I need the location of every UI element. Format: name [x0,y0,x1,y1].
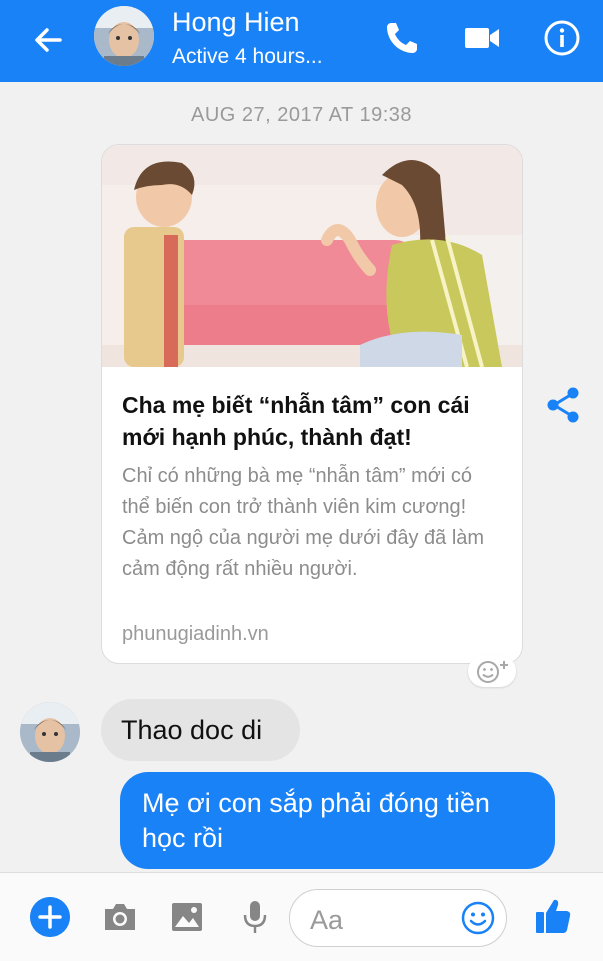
sender-avatar[interactable] [20,702,80,762]
message-input[interactable] [308,900,452,940]
message-input-box[interactable] [289,889,507,947]
chat-header: Hong Hien Active 4 hours... [0,0,603,82]
image-gallery-icon[interactable] [167,897,207,937]
contact-avatar[interactable] [94,6,154,66]
message-composer [0,872,603,961]
conversation-timestamp: AUG 27, 2017 AT 19:38 [190,104,413,126]
microphone-icon[interactable] [235,897,275,937]
incoming-message[interactable]: Thao doc di [101,699,300,761]
link-description: Chỉ có những bà mẹ “nhẫn tâm” mới có thể… [122,465,485,580]
video-camera-icon[interactable] [462,18,502,58]
contact-name[interactable]: Hong Hien [172,6,300,38]
info-icon[interactable] [542,18,582,58]
outgoing-message[interactable]: Mẹ ơi con sắp phải đóng tiền học rồi [120,772,555,869]
camera-icon[interactable] [100,897,140,937]
add-plus-icon[interactable] [30,897,70,937]
link-preview-card[interactable]: Cha mẹ biết “nhẫn tâm” con cái mới hạnh … [101,144,523,664]
back-arrow-icon[interactable] [30,22,66,58]
phone-icon[interactable] [382,18,422,58]
thumbs-up-icon[interactable] [532,895,574,937]
share-icon[interactable] [544,386,582,424]
link-domain: phunugiadinh.vn [122,623,269,645]
link-title[interactable]: Cha mẹ biết “nhẫn tâm” con cái mới hạnh … [122,389,512,453]
contact-status: Active 4 hours... [172,45,323,68]
emoji-icon[interactable] [460,900,496,936]
article-image [102,145,522,367]
add-reaction-icon[interactable] [468,655,516,687]
